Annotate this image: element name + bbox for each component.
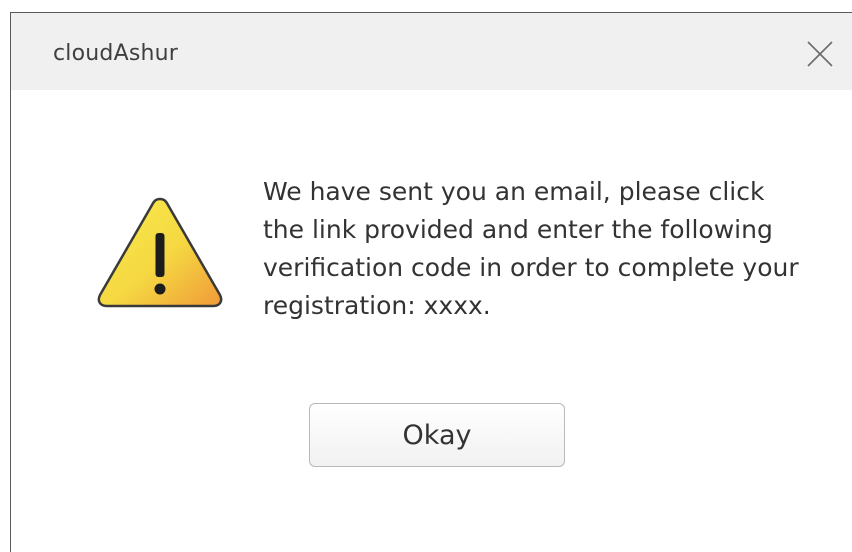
- okay-button-label: Okay: [402, 419, 472, 451]
- warning-icon: [95, 195, 225, 310]
- dialog-titlebar: cloudAshur: [11, 13, 852, 90]
- close-icon: [807, 41, 833, 67]
- dialog-window: cloudAshur We have sent you an email, pl…: [10, 12, 852, 552]
- message-text: We have sent you an email, please click …: [263, 177, 799, 320]
- dialog-title: cloudAshur: [53, 41, 179, 66]
- okay-button[interactable]: Okay: [309, 403, 565, 467]
- close-button[interactable]: [805, 39, 835, 69]
